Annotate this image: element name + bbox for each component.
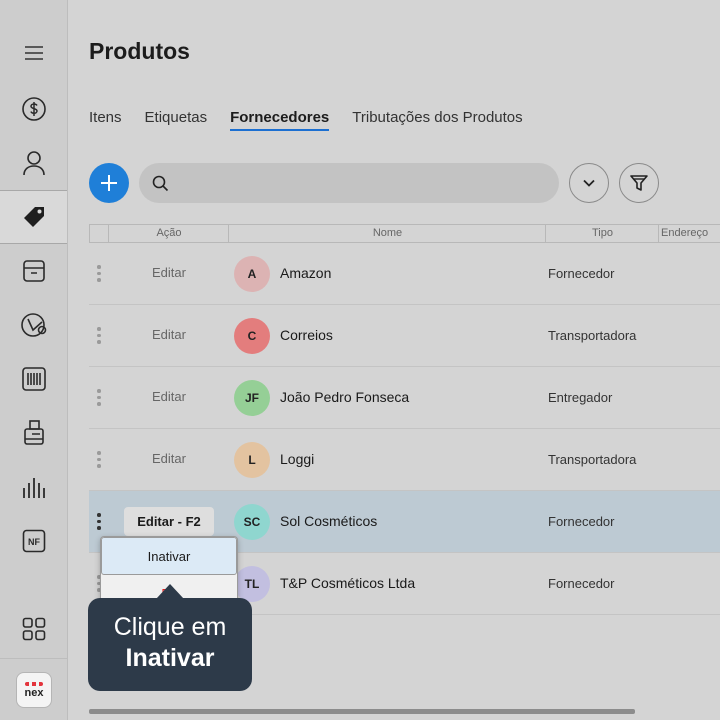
table-row[interactable]: Editar A Amazon Fornecedor <box>89 243 720 305</box>
apps-grid-icon[interactable] <box>0 602 67 656</box>
menu-item-inativar[interactable]: Inativar <box>101 537 237 575</box>
menu-icon[interactable] <box>0 26 67 80</box>
avatar: A <box>234 256 270 292</box>
invoice-nf-icon[interactable]: NF <box>0 514 67 568</box>
supplier-type: Transportadora <box>548 328 637 343</box>
box-icon[interactable] <box>0 244 67 298</box>
horizontal-scrollbar[interactable] <box>89 709 635 714</box>
expand-button[interactable] <box>569 163 609 203</box>
edit-link[interactable]: Editar <box>124 327 214 342</box>
avatar: L <box>234 442 270 478</box>
search-bar[interactable] <box>139 163 559 203</box>
supplier-type: Fornecedor <box>548 514 615 529</box>
tutorial-tooltip: Clique em Inativar <box>88 584 252 691</box>
tooltip-line-1: Clique em <box>113 613 227 641</box>
avatar: C <box>234 318 270 354</box>
avatar: TL <box>234 566 270 602</box>
sidebar-divider <box>0 658 67 659</box>
column-endereco[interactable]: Endereço <box>658 225 720 242</box>
add-button[interactable] <box>89 163 129 203</box>
logo-mark <box>25 681 43 686</box>
column-acao[interactable]: Ação <box>108 225 229 242</box>
edit-link[interactable]: Editar <box>124 265 214 280</box>
supplier-type: Transportadora <box>548 452 637 467</box>
page-title: Produtos <box>89 38 190 64</box>
filter-icon <box>630 175 648 191</box>
table-row[interactable]: Editar L Loggi Transportadora <box>89 429 720 491</box>
edit-link[interactable]: Editar <box>124 451 214 466</box>
plus-icon <box>101 175 117 191</box>
dollar-icon[interactable] <box>0 82 67 136</box>
row-menu-icon[interactable] <box>97 513 101 533</box>
row-menu-icon[interactable] <box>97 265 101 285</box>
edit-button[interactable]: Editar - F2 <box>124 507 214 536</box>
table-row[interactable]: Editar JF João Pedro Fonseca Entregador <box>89 367 720 429</box>
supplier-name: Loggi <box>280 451 315 467</box>
svg-text:NF: NF <box>28 537 40 547</box>
register-icon[interactable] <box>0 406 67 460</box>
column-nome[interactable]: Nome <box>228 225 546 242</box>
row-menu-icon[interactable] <box>97 389 101 409</box>
chart-pie-icon[interactable] <box>0 298 67 352</box>
supplier-name: Amazon <box>280 265 332 281</box>
supplier-name: João Pedro Fonseca <box>280 389 410 405</box>
row-menu-icon[interactable] <box>97 451 101 471</box>
tab-fornecedores[interactable]: Fornecedores <box>230 107 330 135</box>
table-row[interactable]: Editar C Correios Transportadora <box>89 305 720 367</box>
supplier-name: Correios <box>280 327 333 343</box>
search-input[interactable] <box>179 163 549 203</box>
supplier-type: Fornecedor <box>548 266 615 281</box>
app-logo[interactable]: nex <box>16 672 52 708</box>
tooltip-line-2: Inativar <box>125 644 215 672</box>
supplier-name: T&P Cosméticos Ltda <box>280 575 416 591</box>
select-all-column[interactable] <box>89 225 109 242</box>
chevron-down-icon <box>583 179 595 187</box>
tab-etiquetas[interactable]: Etiquetas <box>145 107 208 135</box>
supplier-name: Sol Cosméticos <box>280 513 378 529</box>
supplier-type: Entregador <box>548 390 613 405</box>
avatar: JF <box>234 380 270 416</box>
tab-bar: Itens Etiquetas Fornecedores Tributações… <box>89 107 546 135</box>
edit-link[interactable]: Editar <box>124 389 214 404</box>
supplier-type: Fornecedor <box>548 576 615 591</box>
search-icon <box>152 175 169 191</box>
tab-tributacoes[interactable]: Tributações dos Produtos <box>352 107 522 135</box>
table-header: Ação Nome Tipo Endereço <box>89 224 720 243</box>
tag-icon[interactable] <box>0 190 67 244</box>
user-icon[interactable] <box>0 136 67 190</box>
logo-text: nex <box>24 686 44 699</box>
filter-button[interactable] <box>619 163 659 203</box>
row-menu-icon[interactable] <box>97 327 101 347</box>
tab-itens[interactable]: Itens <box>89 107 122 135</box>
avatar: SC <box>234 504 270 540</box>
bars-chart-icon[interactable] <box>0 460 67 514</box>
sidebar: NF nex <box>0 0 68 720</box>
barcode-icon[interactable] <box>0 352 67 406</box>
column-tipo[interactable]: Tipo <box>545 225 659 242</box>
